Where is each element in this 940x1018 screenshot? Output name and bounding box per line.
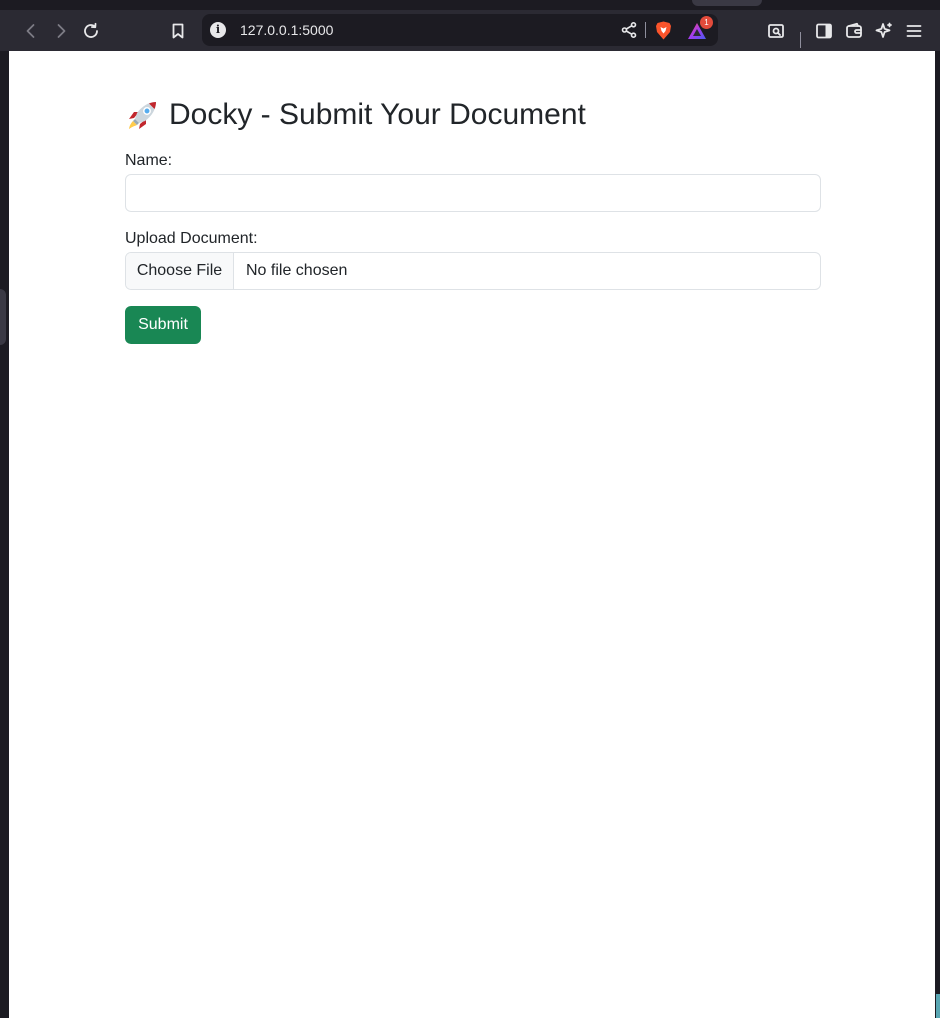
window-top-bar bbox=[0, 0, 940, 10]
tab-edge[interactable] bbox=[692, 0, 762, 6]
bookmark-button[interactable] bbox=[165, 18, 191, 44]
side-panel-handle[interactable] bbox=[0, 289, 6, 345]
reload-button[interactable] bbox=[78, 18, 104, 44]
upload-label: Upload Document: bbox=[125, 230, 258, 247]
rewards-badge: 1 bbox=[700, 16, 713, 29]
sparkle-icon bbox=[875, 22, 892, 38]
wallet-icon bbox=[846, 22, 862, 38]
window-left-edge bbox=[0, 51, 9, 1018]
wallet-button[interactable] bbox=[841, 18, 867, 44]
share-icon[interactable] bbox=[620, 21, 638, 39]
forward-button[interactable] bbox=[48, 18, 74, 44]
sidebar-button[interactable] bbox=[811, 18, 837, 44]
file-upload-field[interactable]: Choose File No file chosen bbox=[125, 252, 821, 290]
leo-button[interactable] bbox=[871, 18, 897, 44]
name-input[interactable] bbox=[125, 174, 821, 212]
info-icon[interactable]: i bbox=[210, 22, 226, 38]
file-status-text: No file chosen bbox=[246, 262, 348, 279]
toolbar-divider bbox=[800, 32, 801, 48]
arrow-left-icon bbox=[26, 24, 35, 38]
submit-button[interactable]: Submit bbox=[125, 306, 201, 344]
hamburger-menu-icon bbox=[906, 25, 922, 37]
screenshot-search-icon bbox=[768, 24, 784, 38]
browser-toolbar: i 127.0.0.1:5000 1 bbox=[0, 10, 940, 51]
reload-icon bbox=[84, 22, 98, 38]
address-bar[interactable]: i 127.0.0.1:5000 1 bbox=[202, 14, 718, 46]
name-label: Name: bbox=[125, 152, 173, 169]
bookmark-icon bbox=[172, 23, 184, 39]
brave-shield-icon[interactable] bbox=[655, 21, 672, 40]
arrow-right-icon bbox=[57, 24, 66, 38]
screenshot-search-button[interactable] bbox=[763, 18, 789, 44]
sidebar-icon bbox=[816, 23, 832, 39]
menu-button[interactable] bbox=[901, 18, 927, 44]
window-right-edge bbox=[935, 51, 940, 1018]
rocket-icon bbox=[129, 102, 156, 129]
back-button[interactable] bbox=[18, 18, 44, 44]
choose-file-button[interactable]: Choose File bbox=[126, 253, 234, 289]
url-text[interactable]: 127.0.0.1:5000 bbox=[240, 14, 333, 46]
url-divider bbox=[645, 22, 646, 38]
page-title: Docky - Submit Your Document bbox=[125, 95, 586, 135]
desktop-peek bbox=[936, 994, 940, 1018]
page-title-text: Docky - Submit Your Document bbox=[169, 98, 586, 131]
page-content: Docky - Submit Your Document Name: Uploa… bbox=[9, 51, 935, 1018]
